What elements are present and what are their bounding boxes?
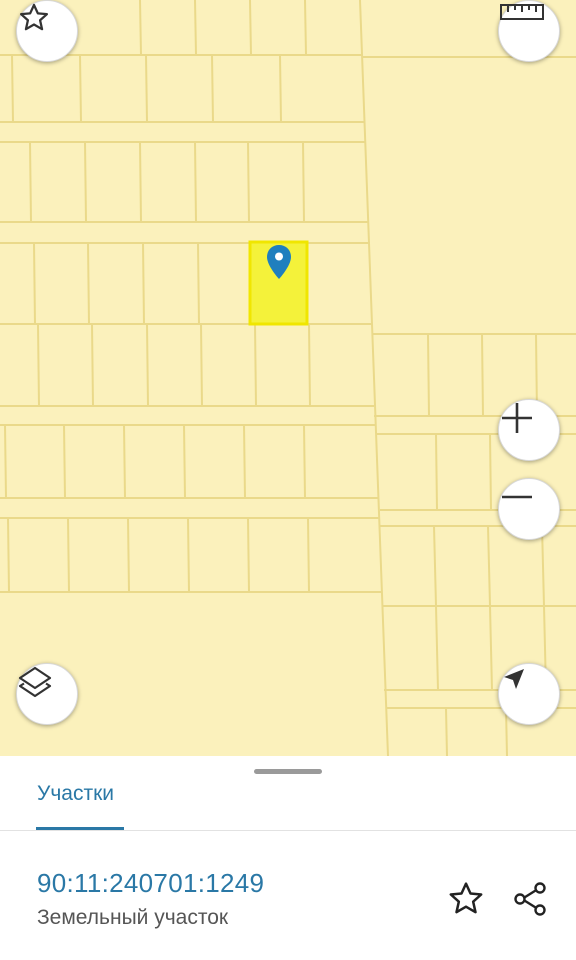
favorite-map-button[interactable] [16,0,78,62]
navigation-arrow-icon [504,669,524,689]
sheet-drag-handle[interactable] [254,769,322,774]
tab-parcels[interactable]: Участки [37,782,114,806]
star-outline-icon [449,882,483,914]
cadastral-number[interactable]: 90:11:240701:1249 [37,868,264,899]
plus-icon [502,403,532,433]
zoom-in-button[interactable] [498,399,560,461]
sheet-divider [0,830,576,831]
share-button[interactable] [508,877,552,921]
measure-button[interactable] [498,0,560,62]
layers-icon [18,666,52,698]
bottom-sheet: Участки 90:11:240701:1249 Земельный учас… [0,756,576,960]
share-icon [514,882,546,916]
map-pin-icon [267,245,291,279]
ruler-icon [500,4,544,20]
layers-button[interactable] [16,663,78,725]
parcel-grid [0,0,576,756]
parcel-type: Земельный участок [37,906,229,929]
favorite-parcel-button[interactable] [444,877,488,921]
star-outline-icon [19,3,49,31]
my-location-button[interactable] [498,663,560,725]
map-view[interactable] [0,0,576,756]
zoom-out-button[interactable] [498,478,560,540]
minus-icon [502,495,532,499]
